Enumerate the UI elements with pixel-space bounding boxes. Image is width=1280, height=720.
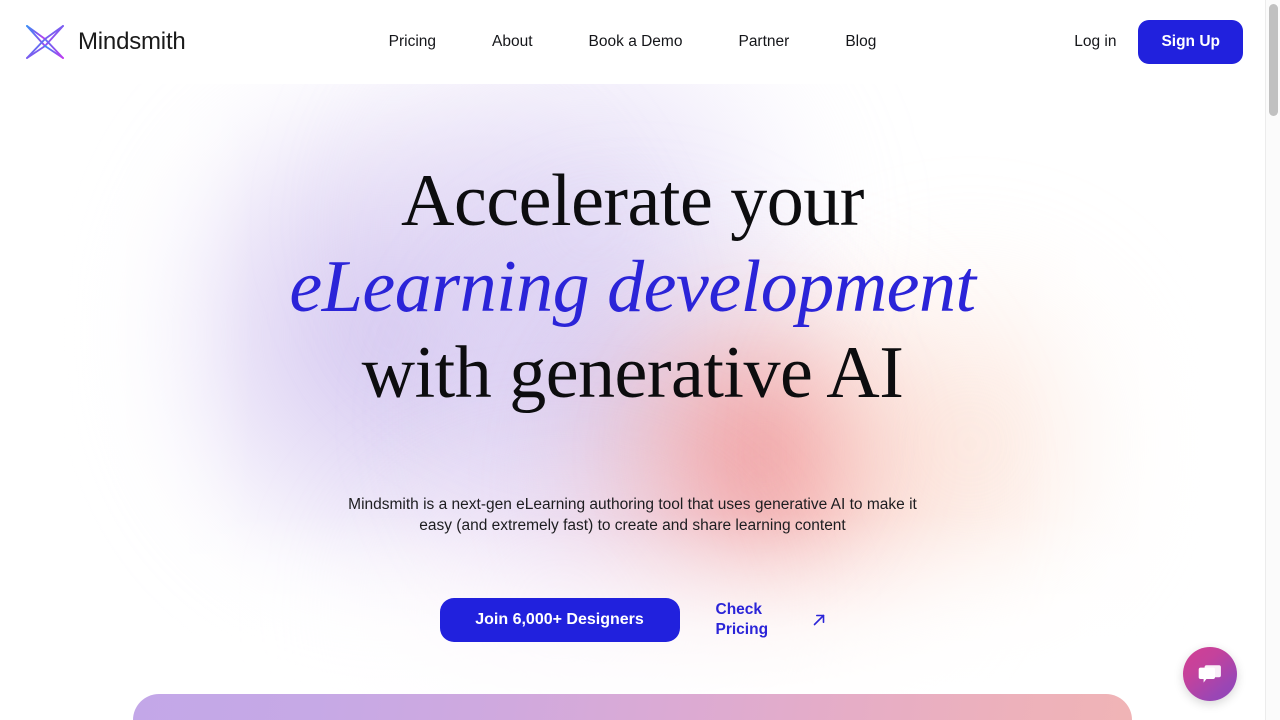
mindsmith-butterfly-logo-icon <box>24 22 66 62</box>
hero-subtitle: Mindsmith is a next-gen eLearning author… <box>348 496 917 534</box>
signup-button[interactable]: Sign Up <box>1138 20 1243 64</box>
hero-heading-line-1: Accelerate your <box>401 160 864 242</box>
nav-item-pricing[interactable]: Pricing <box>389 33 436 51</box>
main-navigation: Pricing About Book a Demo Partner Blog <box>389 33 877 51</box>
check-pricing-label: Check Pricing <box>715 601 769 638</box>
nav-item-about[interactable]: About <box>492 33 533 51</box>
hero-heading-line-3: with generative AI <box>361 332 904 414</box>
check-pricing-link[interactable]: Check Pricing <box>716 600 826 640</box>
hero-section: Accelerate your eLearning development wi… <box>0 84 1265 642</box>
header-actions: Log in Sign Up <box>1074 20 1243 64</box>
nav-item-blog[interactable]: Blog <box>845 33 876 51</box>
brand-logo-link[interactable]: Mindsmith <box>24 22 186 62</box>
vertical-scrollbar-track[interactable] <box>1265 0 1280 720</box>
arrow-up-right-icon <box>812 613 826 627</box>
vertical-scrollbar-thumb[interactable] <box>1269 4 1278 116</box>
brand-name: Mindsmith <box>78 28 186 55</box>
promo-gradient-card[interactable] <box>133 694 1132 720</box>
hero-heading-line-2-accent: eLearning development <box>289 246 976 328</box>
hero-heading: Accelerate your eLearning development wi… <box>0 158 1265 416</box>
site-header: Mindsmith Pricing About Book a Demo Part… <box>0 0 1265 84</box>
page-viewport: Mindsmith Pricing About Book a Demo Part… <box>0 0 1265 720</box>
nav-item-book-a-demo[interactable]: Book a Demo <box>589 33 683 51</box>
join-designers-button[interactable]: Join 6,000+ Designers <box>439 598 680 642</box>
chat-widget-button[interactable] <box>1183 647 1237 701</box>
login-link[interactable]: Log in <box>1074 33 1116 51</box>
hero-cta-row: Join 6,000+ Designers Check Pricing <box>0 598 1265 642</box>
chat-bubbles-icon <box>1197 661 1223 687</box>
nav-item-partner[interactable]: Partner <box>738 33 789 51</box>
